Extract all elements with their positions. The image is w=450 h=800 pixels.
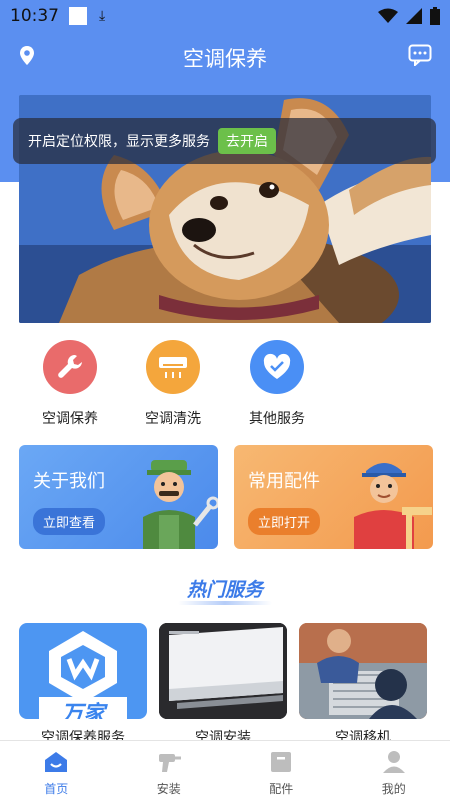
notification-icon	[69, 7, 87, 25]
download-icon: ⤓	[99, 8, 106, 24]
card-title: 常用配件	[248, 471, 320, 492]
box-icon	[271, 752, 292, 772]
service-ac-cleaning[interactable]: 空调清洗	[123, 340, 223, 428]
user-icon	[382, 751, 405, 773]
about-us-card[interactable]: 关于我们 立即查看	[19, 445, 218, 549]
wifi-icon	[378, 8, 398, 23]
hot-item-installation-image[interactable]	[159, 623, 287, 719]
hot-services-title: 热门服务	[186, 579, 263, 601]
air-conditioner-photo	[159, 623, 287, 719]
drill-icon	[158, 754, 181, 772]
logo-text: 万家	[60, 702, 105, 719]
tab-label: 配件	[269, 782, 294, 796]
status-bar: 10:37 ⤓	[0, 0, 450, 32]
tab-parts[interactable]: 配件	[225, 741, 338, 800]
open-now-button[interactable]: 立即打开	[248, 508, 321, 535]
tab-label: 安装	[156, 782, 181, 796]
bottom-tab-bar: 首页 安装 配件 我的	[0, 740, 450, 800]
status-time: 10:37	[10, 6, 59, 26]
service-ac-maintenance[interactable]: 空调保养	[20, 340, 120, 428]
status-indicators	[378, 7, 440, 25]
tab-install[interactable]: 安装	[113, 741, 226, 800]
air-conditioner-icon	[146, 340, 200, 394]
battery-icon	[430, 7, 440, 25]
common-parts-card[interactable]: 常用配件 立即打开	[234, 445, 433, 549]
hot-item-relocation-image[interactable]	[299, 623, 427, 719]
service-label: 其他服务	[249, 411, 305, 427]
enable-location-button[interactable]: 去开启	[218, 128, 276, 154]
tab-label: 首页	[44, 782, 69, 796]
permission-message: 开启定位权限，显示更多服务	[28, 134, 210, 150]
page-title: 空调保养	[183, 47, 267, 71]
hot-item-maintenance-image[interactable]: 万家	[19, 623, 147, 719]
tab-label: 我的	[381, 782, 406, 796]
tab-mine[interactable]: 我的	[338, 741, 450, 800]
heart-icon	[250, 340, 304, 394]
location-permission-banner: 开启定位权限，显示更多服务 去开启	[13, 118, 436, 164]
wrench-icon	[43, 340, 97, 394]
technician-photo	[299, 623, 427, 719]
signal-icon	[406, 8, 422, 24]
service-other[interactable]: 其他服务	[227, 340, 327, 428]
title-underline	[178, 601, 272, 605]
view-now-button[interactable]: 立即查看	[33, 508, 106, 535]
service-label: 空调保养	[42, 411, 98, 427]
tab-home[interactable]: 首页	[0, 741, 113, 800]
mechanic-illustration	[143, 460, 218, 549]
worker-illustration	[354, 463, 432, 549]
chat-bubble-icon[interactable]	[408, 44, 432, 66]
home-icon	[45, 752, 68, 772]
card-title: 关于我们	[33, 471, 105, 492]
service-label: 空调清洗	[145, 411, 201, 427]
